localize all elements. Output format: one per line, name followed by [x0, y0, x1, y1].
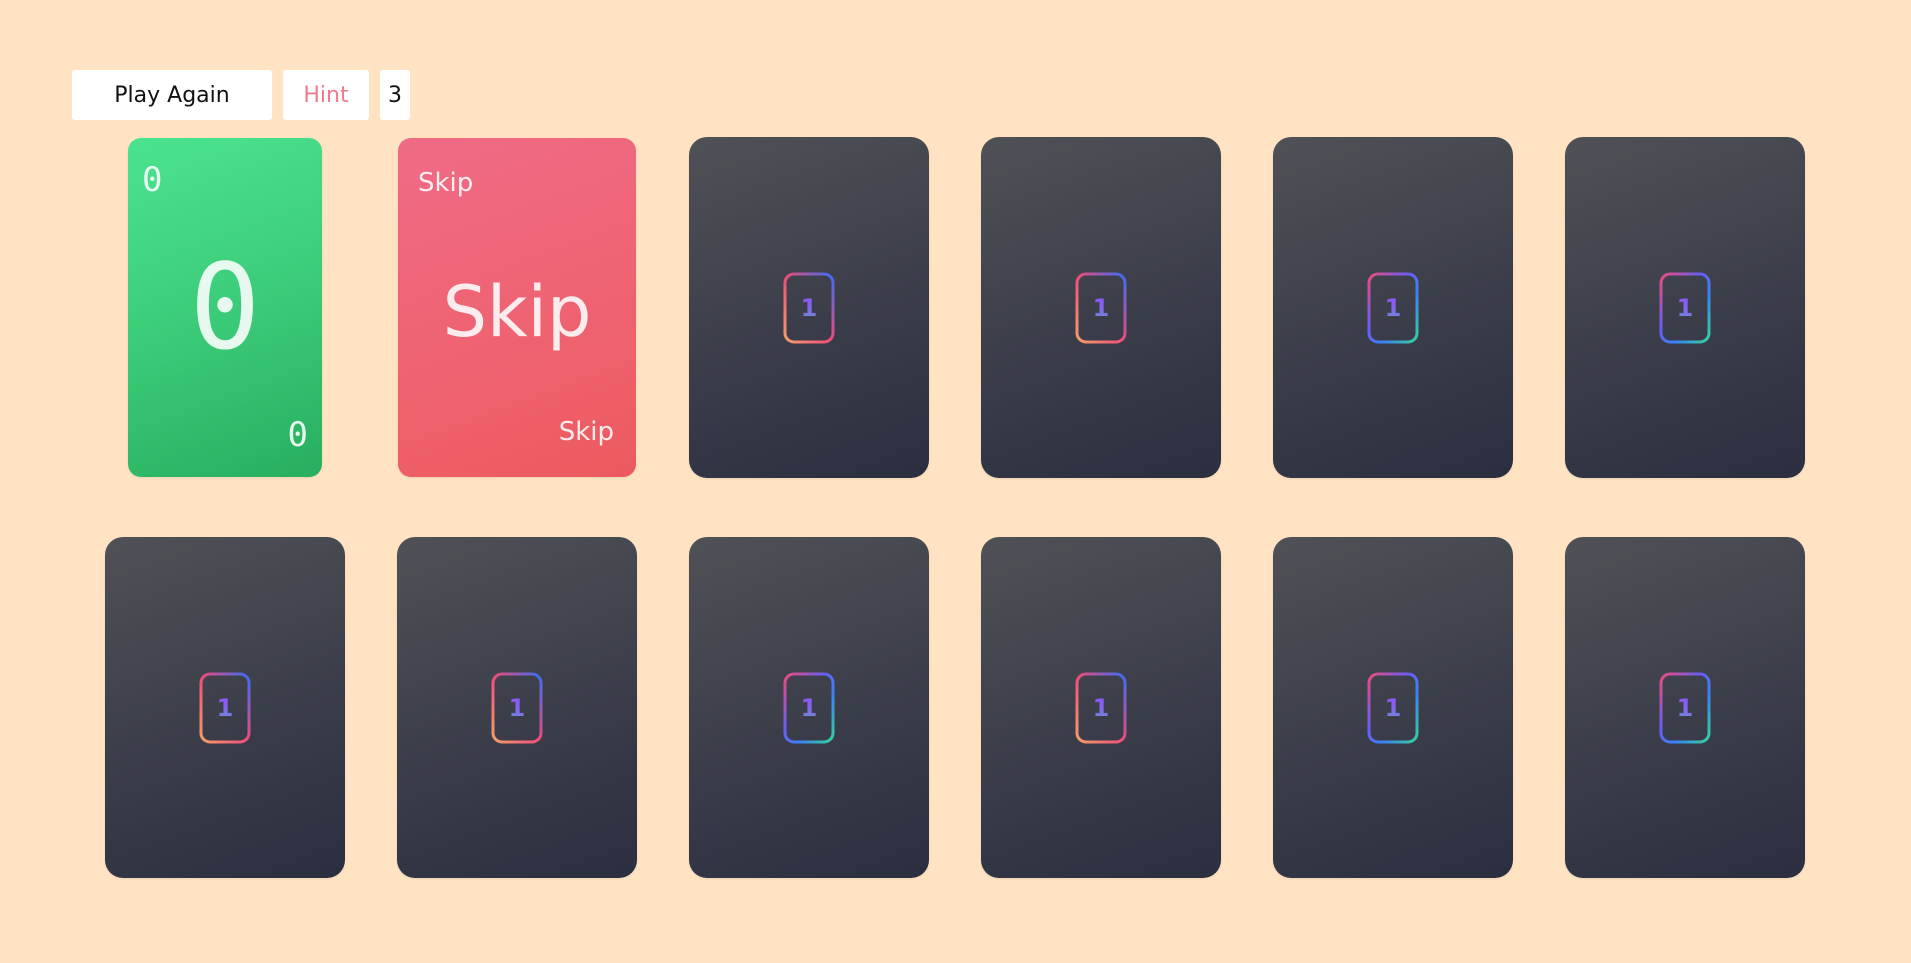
card-back-badge-number: 1	[783, 272, 835, 344]
card-back-badge-icon: 1	[1659, 672, 1711, 744]
card-back-badge-number: 1	[1659, 672, 1711, 744]
card-back-badge-number: 1	[491, 672, 543, 744]
card-back-badge-icon: 1	[1659, 272, 1711, 344]
hint-counter: 3	[380, 70, 410, 120]
card-back-badge-icon: 1	[783, 672, 835, 744]
card-center-value: Skip	[442, 271, 592, 353]
card-back-badge-number: 1	[1367, 672, 1419, 744]
card-back-badge-icon: 1	[1367, 272, 1419, 344]
card-back-badge-icon: 1	[199, 672, 251, 744]
card-face-down[interactable]: 1	[105, 537, 345, 878]
card-corner-value-top: 0	[142, 160, 163, 200]
card-back-badge-number: 1	[1367, 272, 1419, 344]
card-face-down[interactable]: 1	[981, 137, 1221, 478]
card-center-value: 0	[189, 238, 261, 376]
card-face-down[interactable]: 1	[689, 137, 929, 478]
card-back-badge-icon: 1	[1075, 672, 1127, 744]
game-controls: Play Again Hint 3	[72, 70, 410, 120]
card-back-badge-number: 1	[199, 672, 251, 744]
card-face-down[interactable]: 1	[689, 537, 929, 878]
card-corner-value-bottom: Skip	[558, 417, 614, 447]
card-back-badge-icon: 1	[491, 672, 543, 744]
card-corner-value-top: Skip	[418, 168, 474, 198]
card-green-zero[interactable]: 0 0 0	[128, 138, 322, 477]
card-face-down[interactable]: 1	[981, 537, 1221, 878]
card-corner-value-bottom: 0	[287, 415, 308, 455]
card-back-badge-number: 1	[783, 672, 835, 744]
card-face-down[interactable]: 1	[1273, 137, 1513, 478]
card-back-badge-icon: 1	[783, 272, 835, 344]
card-back-badge-icon: 1	[1075, 272, 1127, 344]
card-back-badge-number: 1	[1659, 272, 1711, 344]
hint-button[interactable]: Hint	[283, 70, 369, 120]
card-face-down[interactable]: 1	[1565, 537, 1805, 878]
card-face-down[interactable]: 1	[397, 537, 637, 878]
play-again-button[interactable]: Play Again	[72, 70, 272, 120]
card-face-down[interactable]: 1	[1565, 137, 1805, 478]
card-back-badge-number: 1	[1075, 672, 1127, 744]
card-back-badge-icon: 1	[1367, 672, 1419, 744]
card-face-down[interactable]: 1	[1273, 537, 1513, 878]
card-back-badge-number: 1	[1075, 272, 1127, 344]
card-red-skip[interactable]: Skip Skip Skip	[398, 138, 636, 477]
